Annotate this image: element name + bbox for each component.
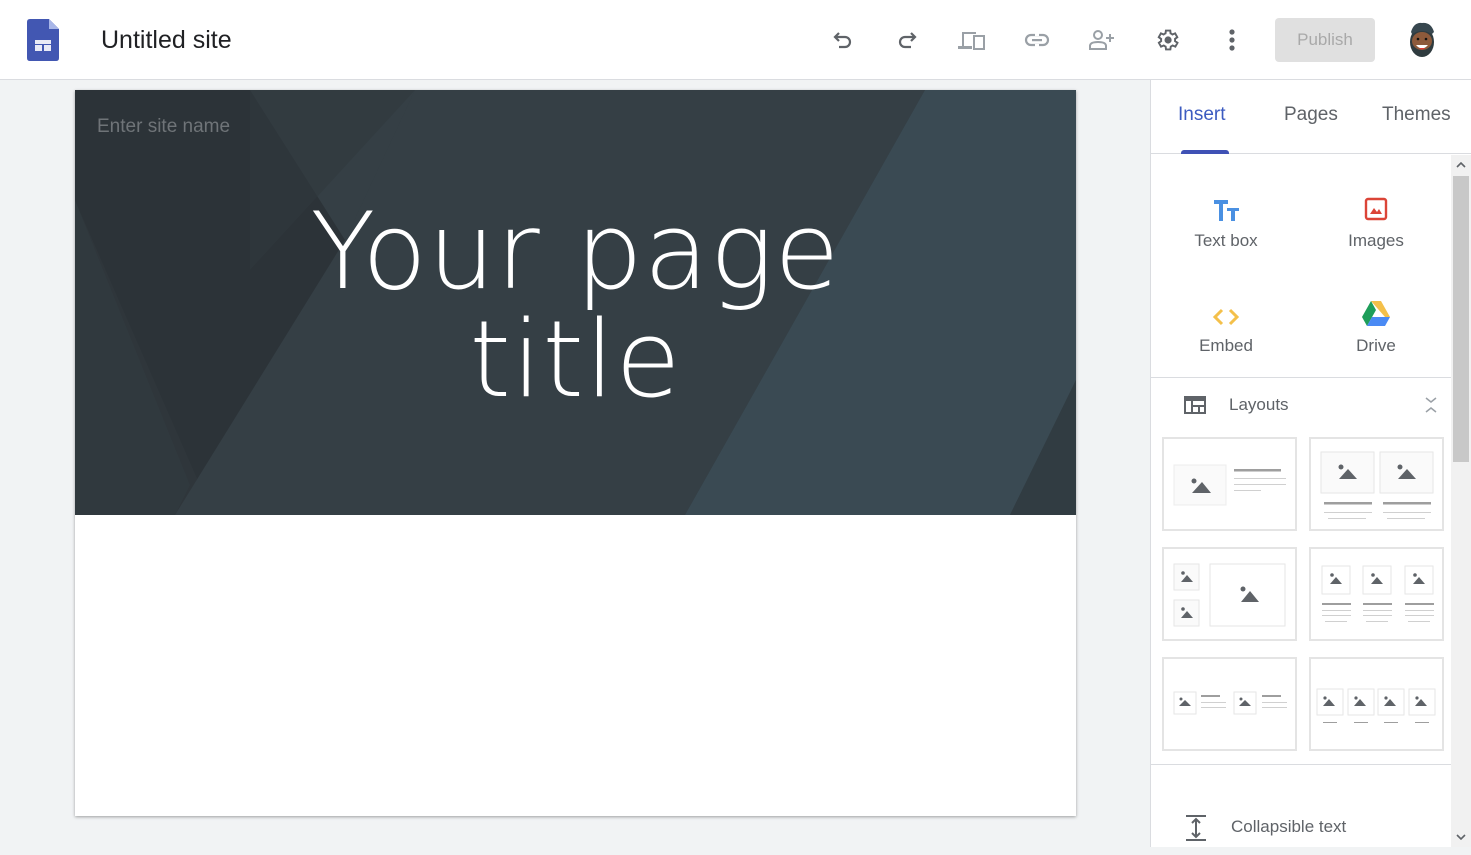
- collapsible-text-icon: [1186, 815, 1206, 841]
- insert-drive[interactable]: Drive: [1301, 292, 1451, 356]
- insert-collapsible-text[interactable]: Collapsible text: [1151, 795, 1451, 855]
- undo-icon[interactable]: [827, 24, 859, 56]
- layout-thumbnail-four-images-with-captions[interactable]: [1309, 657, 1444, 751]
- layouts-icon: [1184, 396, 1206, 414]
- active-tab-indicator: [1181, 150, 1229, 154]
- redo-icon[interactable]: [891, 24, 923, 56]
- google-sites-logo-icon[interactable]: [27, 19, 59, 61]
- add-person-icon[interactable]: [1086, 24, 1118, 56]
- google-drive-icon: [1301, 292, 1451, 328]
- layout-thumbnail-three-images-with-text[interactable]: [1309, 547, 1444, 641]
- layout-thumbnail-image-left-text-right[interactable]: [1162, 437, 1297, 531]
- collapsible-text-label: Collapsible text: [1231, 817, 1347, 836]
- page-title-line-1: Your page: [310, 190, 841, 313]
- layout-thumbnail-two-image-text-pairs[interactable]: [1162, 657, 1297, 751]
- user-avatar[interactable]: [1406, 20, 1438, 60]
- text-box-icon: [1151, 187, 1301, 223]
- insert-text-box-label: Text box: [1194, 231, 1258, 250]
- image-icon: [1301, 187, 1451, 223]
- scroll-down-arrow-icon[interactable]: [1451, 827, 1471, 847]
- scrollbar-thumb[interactable]: [1453, 176, 1469, 462]
- insert-embed[interactable]: Embed: [1151, 292, 1301, 356]
- site-name-input[interactable]: Enter site name: [97, 116, 230, 138]
- insert-drive-label: Drive: [1356, 336, 1396, 355]
- insert-images-label: Images: [1348, 231, 1404, 250]
- tab-insert[interactable]: Insert: [1178, 104, 1226, 126]
- page-title-text[interactable]: Your page title: [75, 198, 1076, 414]
- collapse-expand-icon[interactable]: [1425, 396, 1437, 414]
- divider: [1151, 764, 1451, 765]
- embed-code-icon: [1151, 292, 1301, 328]
- insert-text-box[interactable]: Text box: [1151, 187, 1301, 251]
- more-vert-icon[interactable]: [1216, 24, 1248, 56]
- tab-themes[interactable]: Themes: [1382, 104, 1451, 126]
- site-title[interactable]: Untitled site: [101, 24, 232, 56]
- layouts-label: Layouts: [1229, 395, 1289, 414]
- layouts-header[interactable]: Layouts: [1151, 377, 1451, 433]
- top-bar: Untitled site Publish: [0, 0, 1471, 80]
- page-canvas[interactable]: Enter site name Your page title: [75, 90, 1076, 816]
- insert-sidebar: Insert Pages Themes Text box Images Embe…: [1150, 80, 1471, 847]
- page-header-banner[interactable]: Enter site name Your page title: [75, 90, 1076, 515]
- settings-gear-icon[interactable]: [1151, 24, 1183, 56]
- insert-panel: Text box Images Embed Drive Layouts: [1151, 155, 1451, 847]
- tab-pages[interactable]: Pages: [1284, 104, 1338, 126]
- publish-button[interactable]: Publish: [1275, 18, 1375, 62]
- layout-thumbnail-two-small-one-large-image[interactable]: [1162, 547, 1297, 641]
- layout-thumbnail-two-images-with-text[interactable]: [1309, 437, 1444, 531]
- insert-images[interactable]: Images: [1301, 187, 1451, 251]
- scroll-up-arrow-icon[interactable]: [1451, 155, 1471, 175]
- page-title-line-2: title: [469, 298, 682, 421]
- sidebar-scrollbar[interactable]: [1451, 155, 1471, 847]
- insert-embed-label: Embed: [1199, 336, 1253, 355]
- link-icon[interactable]: [1021, 24, 1053, 56]
- sidebar-tabs: Insert Pages Themes: [1151, 80, 1471, 154]
- preview-devices-icon[interactable]: [956, 24, 988, 56]
